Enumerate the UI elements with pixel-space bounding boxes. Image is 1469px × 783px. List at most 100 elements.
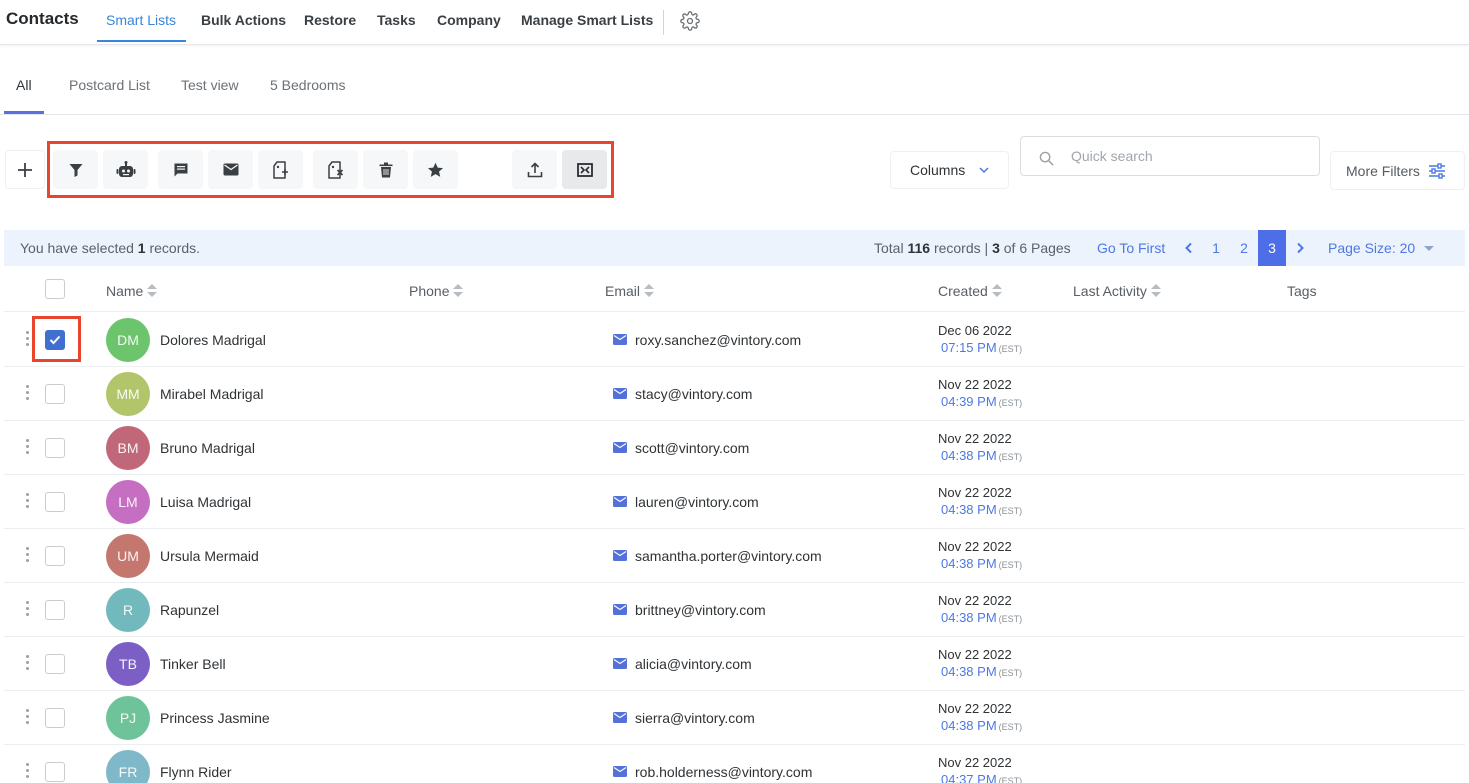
created-date: Nov 22 2022 <box>938 647 1012 662</box>
contact-name[interactable]: Ursula Mermaid <box>160 548 259 564</box>
row-menu-icon[interactable] <box>26 331 30 349</box>
table-row[interactable]: PJ Princess Jasmine sierra@vintory.com Nov … <box>4 691 1465 745</box>
contact-name[interactable]: Flynn Rider <box>160 764 232 780</box>
envelope-icon <box>613 766 627 777</box>
column-header-last-activity[interactable]: Last Activity <box>1073 283 1161 299</box>
page-size-select[interactable]: Page Size: 20 <box>1328 240 1415 256</box>
column-header-tags: Tags <box>1287 283 1317 299</box>
envelope-icon <box>613 604 627 615</box>
column-header-created[interactable]: Created <box>938 283 1002 299</box>
row-checkbox[interactable] <box>45 438 65 458</box>
selection-count-text: You have selected 1 records. <box>20 240 201 256</box>
row-checkbox[interactable] <box>45 708 65 728</box>
quick-search <box>1020 136 1320 176</box>
table-row[interactable]: DM Dolores Madrigal roxy.sanchez@vintory.c… <box>4 313 1465 367</box>
contact-email[interactable]: alicia@vintory.com <box>635 656 752 672</box>
nav-tasks[interactable]: Tasks <box>377 12 416 28</box>
contact-email[interactable]: roxy.sanchez@vintory.com <box>635 332 801 348</box>
row-menu-icon[interactable] <box>26 655 30 673</box>
go-to-first-link[interactable]: Go To First <box>1097 240 1165 256</box>
column-header-phone[interactable]: Phone <box>409 283 464 299</box>
columns-label: Columns <box>910 162 966 178</box>
nav-manage-smart-lists[interactable]: Manage Smart Lists <box>521 12 653 28</box>
contact-name[interactable]: Bruno Madrigal <box>160 440 255 456</box>
page-2[interactable]: 2 <box>1233 230 1255 266</box>
sort-icon[interactable] <box>1150 284 1161 298</box>
row-menu-icon[interactable] <box>26 601 30 619</box>
table-row[interactable]: TB Tinker Bell alicia@vintory.com Nov 22 20… <box>4 637 1465 691</box>
table-row[interactable]: MM Mirabel Madrigal stacy@vintory.com Nov 2… <box>4 367 1465 421</box>
nav-bulk-actions[interactable]: Bulk Actions <box>201 12 286 28</box>
nav-company[interactable]: Company <box>437 12 501 28</box>
tab-test-view[interactable]: Test view <box>181 77 239 93</box>
select-all-checkbox[interactable] <box>45 279 65 299</box>
next-page-button[interactable] <box>1289 230 1311 266</box>
page-1[interactable]: 1 <box>1205 230 1227 266</box>
sort-icon[interactable] <box>644 284 655 298</box>
contact-name[interactable]: Rapunzel <box>160 602 219 618</box>
gear-icon[interactable] <box>680 11 700 31</box>
avatar: BM <box>106 426 150 470</box>
table-row[interactable]: BM Bruno Madrigal scott@vintory.com Nov 22 … <box>4 421 1465 475</box>
tab-postcard-list[interactable]: Postcard List <box>69 77 150 93</box>
row-menu-icon[interactable] <box>26 493 30 511</box>
columns-dropdown[interactable]: Columns <box>890 151 1009 189</box>
row-menu-icon[interactable] <box>26 385 30 403</box>
contact-email[interactable]: scott@vintory.com <box>635 440 749 456</box>
envelope-icon <box>613 388 627 399</box>
created-date: Nov 22 2022 <box>938 431 1012 446</box>
row-checkbox[interactable] <box>45 546 65 566</box>
contact-email[interactable]: lauren@vintory.com <box>635 494 759 510</box>
column-header-name[interactable]: Name <box>106 283 158 299</box>
row-checkbox[interactable] <box>45 492 65 512</box>
contact-email[interactable]: brittney@vintory.com <box>635 602 766 618</box>
row-menu-icon[interactable] <box>26 547 30 565</box>
search-input[interactable] <box>1071 146 1311 166</box>
chevron-down-icon <box>979 167 989 174</box>
created-time: 04:38 PM (EST) <box>941 610 1023 625</box>
caret-down-icon[interactable] <box>1424 246 1434 251</box>
prev-page-button[interactable] <box>1178 230 1200 266</box>
contact-email[interactable]: samantha.porter@vintory.com <box>635 548 822 564</box>
tab-all[interactable]: All <box>16 77 32 93</box>
page-3[interactable]: 3 <box>1258 230 1286 266</box>
nav-restore[interactable]: Restore <box>304 12 356 28</box>
add-contact-button[interactable] <box>5 150 45 189</box>
table-row[interactable]: LM Luisa Madrigal lauren@vintory.com Nov 22… <box>4 475 1465 529</box>
chevron-left-icon <box>1185 242 1192 254</box>
nav-active-indicator <box>97 40 186 42</box>
contact-name[interactable]: Princess Jasmine <box>160 710 270 726</box>
column-header-email[interactable]: Email <box>605 283 655 299</box>
nav-smart-lists[interactable]: Smart Lists <box>106 12 176 28</box>
row-checkbox[interactable] <box>45 654 65 674</box>
sort-icon[interactable] <box>991 284 1002 298</box>
row-menu-icon[interactable] <box>26 439 30 457</box>
contact-email[interactable]: sierra@vintory.com <box>635 710 755 726</box>
avatar: LM <box>106 480 150 524</box>
row-checkbox[interactable] <box>45 384 65 404</box>
row-checkbox[interactable] <box>45 600 65 620</box>
avatar: FR <box>106 750 150 783</box>
sort-icon[interactable] <box>147 284 158 298</box>
row-checkbox[interactable] <box>45 762 65 782</box>
tab-5-bedrooms[interactable]: 5 Bedrooms <box>270 77 345 93</box>
table-row[interactable]: R Rapunzel brittney@vintory.com Nov 22 2022… <box>4 583 1465 637</box>
contact-name[interactable]: Tinker Bell <box>160 656 226 672</box>
contact-email[interactable]: rob.holderness@vintory.com <box>635 764 812 780</box>
table-row[interactable]: FR Flynn Rider rob.holderness@vintory.com N… <box>4 745 1465 783</box>
created-time: 04:38 PM (EST) <box>941 664 1023 679</box>
sort-icon[interactable] <box>453 284 464 298</box>
table-row[interactable]: UM Ursula Mermaid samantha.porter@vintory.… <box>4 529 1465 583</box>
row-menu-icon[interactable] <box>26 709 30 727</box>
row-menu-icon[interactable] <box>26 763 30 781</box>
envelope-icon <box>613 442 627 453</box>
contact-name[interactable]: Mirabel Madrigal <box>160 386 263 402</box>
top-navigation: Contacts Smart Lists Bulk Actions Restor… <box>0 0 1469 45</box>
contact-name[interactable]: Dolores Madrigal <box>160 332 266 348</box>
avatar: PJ <box>106 696 150 740</box>
contact-name[interactable]: Luisa Madrigal <box>160 494 251 510</box>
more-filters-button[interactable]: More Filters <box>1330 151 1465 190</box>
records-total-text: Total 116 records | 3 of 6 Pages <box>874 240 1071 256</box>
contact-email[interactable]: stacy@vintory.com <box>635 386 752 402</box>
selection-bar: You have selected 1 records. Total 116 r… <box>4 230 1465 266</box>
